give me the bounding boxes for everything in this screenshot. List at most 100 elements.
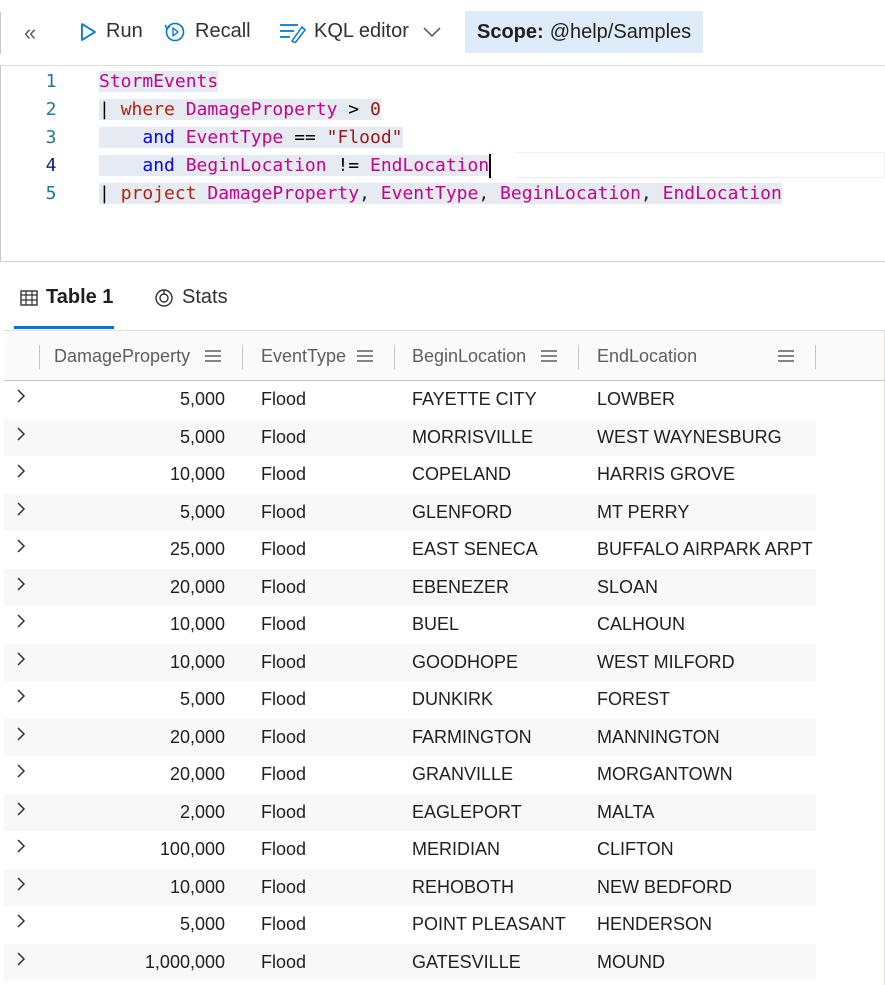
chevron-right-icon[interactable] (14, 500, 28, 518)
history-icon (164, 22, 185, 41)
chevron-right-icon[interactable] (14, 762, 28, 780)
cell-damageproperty: 5,000 (179, 389, 225, 409)
kql-editor-dropdown[interactable]: KQL editor (278, 20, 443, 43)
column-menu-icon[interactable] (356, 349, 374, 363)
cell-beginlocation: EBENEZER (412, 576, 510, 597)
table-row[interactable]: 100,000 Flood MERIDIAN CLIFTON (4, 831, 816, 869)
chevron-right-icon[interactable] (14, 387, 28, 405)
table-row[interactable]: 25,000 Flood EAST SENECA BUFFALO AIRPARK AR… (4, 531, 816, 569)
editor-line-1[interactable]: 1 StormEvents (0, 68, 885, 96)
grid-header: DamageProperty EventType BeginLocation E… (4, 330, 885, 381)
chevron-right-icon[interactable] (14, 650, 28, 668)
column-header-beginlocation[interactable]: BeginLocation (412, 331, 526, 381)
table-row[interactable]: 10,000 Flood COPELAND HARRIS GROVE (4, 456, 816, 494)
table-row[interactable]: 20,000 Flood EBENEZER SLOAN (4, 568, 816, 606)
column-header-eventtype[interactable]: EventType (261, 331, 346, 381)
table-row[interactable]: 5,000 Flood POINT PLEASANT HENDERSON (4, 906, 816, 944)
table-row[interactable]: 10,000 Flood BUEL CALHOUN (4, 606, 816, 644)
query-editor[interactable]: 1 StormEvents 2 | where DamageProperty >… (0, 66, 885, 262)
collapse-panel-button[interactable]: « (24, 20, 36, 46)
column-menu-icon[interactable] (204, 349, 222, 363)
table-row[interactable]: 10,000 Flood GOODHOPE WEST MILFORD (4, 643, 816, 681)
result-tabs: Table 1 Stats (0, 262, 885, 330)
chevron-right-icon[interactable] (14, 800, 28, 818)
scope-selector[interactable]: Scope: @help/Samples (465, 11, 703, 53)
run-label: Run (106, 20, 143, 42)
column-separator[interactable] (578, 345, 579, 369)
chevron-right-icon[interactable] (14, 612, 28, 630)
chevron-right-icon[interactable] (14, 837, 28, 855)
table-row[interactable]: 5,000 Flood GLENFORD MT PERRY (4, 493, 816, 531)
kql-editor-label: KQL editor (314, 20, 409, 42)
cell-damageproperty: 5,000 (179, 426, 225, 447)
recall-button[interactable]: Recall (163, 20, 251, 43)
cell-damageproperty: 10,000 (169, 651, 225, 672)
cell-damageproperty: 2,000 (179, 801, 225, 822)
scope-value: @help/Samples (549, 20, 692, 43)
cell-beginlocation: DUNKIRK (412, 689, 494, 709)
recall-label: Recall (195, 20, 251, 42)
cell-endlocation: MANNINGTON (597, 726, 720, 747)
cell-eventtype: Flood (261, 426, 307, 447)
table-row[interactable]: 5,000 Flood DUNKIRK FOREST (4, 681, 816, 719)
cell-eventtype: Flood (261, 801, 307, 822)
cell-beginlocation: EAST SENECA (412, 539, 538, 559)
cell-beginlocation: GOODHOPE (412, 651, 519, 672)
table-row[interactable]: 2,000 Flood EAGLEPORT MALTA (4, 793, 816, 831)
column-menu-icon[interactable] (540, 349, 558, 363)
table-row[interactable]: 5,000 Flood MORRISVILLE WEST WAYNESBURG (4, 418, 816, 456)
chevron-right-icon[interactable] (14, 912, 28, 930)
cell-beginlocation: GATESVILLE (412, 951, 521, 972)
cell-damageproperty: 5,000 (179, 914, 225, 934)
line-number: 3 (45, 127, 57, 148)
cell-endlocation: WEST MILFORD (597, 651, 735, 672)
chevron-right-icon[interactable] (14, 725, 28, 743)
run-button[interactable]: Run (78, 20, 143, 43)
tab-table-1[interactable]: Table 1 (20, 286, 113, 309)
code-line: | where DamageProperty > 0 (99, 99, 381, 120)
cell-beginlocation: EAGLEPORT (412, 801, 522, 822)
text-caret (489, 154, 492, 178)
cell-endlocation: HARRIS GROVE (597, 464, 736, 484)
editor-line-4[interactable]: 4 and BeginLocation != EndLocation (0, 152, 885, 180)
chevron-right-icon[interactable] (14, 575, 28, 593)
editor-line-2[interactable]: 2 | where DamageProperty > 0 (0, 96, 885, 124)
line-number: 2 (45, 99, 57, 120)
table-row[interactable]: 1,000,000 Flood GATESVILLE MOUND (4, 943, 816, 981)
chevron-right-icon[interactable] (14, 425, 28, 443)
cell-beginlocation: MORRISVILLE (412, 426, 534, 447)
table-row[interactable]: 20,000 Flood GRANVILLE MORGANTOWN (4, 756, 816, 794)
editor-line-5[interactable]: 5 | project DamageProperty, EventType, B… (0, 180, 885, 208)
column-separator[interactable] (394, 345, 395, 369)
column-header-endlocation[interactable]: EndLocation (597, 331, 697, 381)
code-line: and BeginLocation != EndLocation (99, 152, 492, 180)
column-menu-icon[interactable] (777, 349, 795, 363)
cell-eventtype: Flood (261, 614, 307, 634)
column-separator[interactable] (39, 345, 40, 369)
column-header-damageproperty[interactable]: DamageProperty (54, 331, 190, 381)
current-line-highlight (515, 152, 885, 178)
cell-beginlocation: COPELAND (412, 464, 512, 484)
code-line: StormEvents (99, 71, 219, 92)
cell-eventtype: Flood (261, 389, 307, 409)
column-separator[interactable] (242, 345, 243, 369)
chevron-down-icon (423, 26, 441, 37)
chevron-right-icon[interactable] (14, 537, 28, 555)
chevron-right-icon[interactable] (14, 875, 28, 893)
stats-icon (155, 288, 173, 307)
chevron-right-icon[interactable] (14, 462, 28, 480)
cell-beginlocation: FAYETTE CITY (412, 389, 537, 409)
table-row[interactable]: 10,000 Flood REHOBOTH NEW BEDFORD (4, 868, 816, 906)
tab-label: Table 1 (46, 286, 114, 308)
column-separator[interactable] (815, 345, 816, 369)
cell-beginlocation: GRANVILLE (412, 764, 514, 784)
cell-beginlocation: POINT PLEASANT (412, 914, 566, 934)
chevron-right-icon[interactable] (14, 687, 28, 705)
table-row[interactable]: 5,000 Flood FAYETTE CITY LOWBER (4, 381, 816, 419)
editor-line-3[interactable]: 3 and EventType == "Flood" (0, 124, 885, 152)
code-line: and EventType == "Flood" (99, 124, 403, 152)
chevron-right-icon[interactable] (14, 950, 28, 968)
tab-stats[interactable]: Stats (154, 286, 228, 309)
table-row[interactable]: 20,000 Flood FARMINGTON MANNINGTON (4, 718, 816, 756)
cell-damageproperty: 20,000 (169, 576, 225, 597)
